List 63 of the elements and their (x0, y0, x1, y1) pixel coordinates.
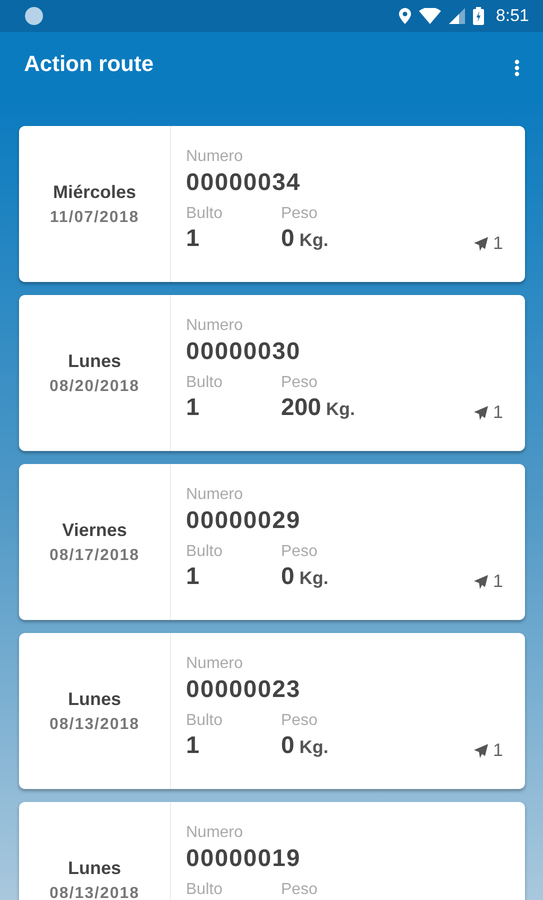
order-number: 00000029 (186, 507, 302, 535)
bulto-value: 1 (186, 732, 200, 760)
notification-icon (25, 7, 43, 25)
order-card[interactable]: Miércoles 11/07/2018 Numero 00000034 Bulto 1 Peso 0 Kg. 1 (19, 126, 525, 282)
bulto-label: Bulto (186, 205, 224, 223)
peso-label: Peso (281, 881, 318, 899)
order-number: 00000023 (186, 676, 302, 704)
more-options-icon[interactable] (514, 59, 520, 77)
peso-label: Peso (281, 205, 318, 223)
bulto-label: Bulto (186, 881, 224, 899)
order-day: Miércoles (52, 182, 136, 202)
order-card[interactable]: Lunes 08/20/2018 Numero 00000030 Bulto 1 Peso 200 Kg. 1 (19, 295, 525, 451)
order-day: Viernes (62, 520, 127, 540)
bulto-label: Bulto (186, 712, 224, 730)
peso-value: 0 (281, 563, 294, 591)
peso-unit: Kg. (299, 568, 328, 589)
order-date: 11/07/2018 (50, 208, 140, 226)
sent-count: 1 (492, 233, 503, 254)
bulto-value: 1 (186, 225, 200, 253)
bulto-value: 1 (186, 394, 200, 422)
order-date: 08/13/2018 (49, 884, 140, 900)
order-date: 08/13/2018 (49, 716, 140, 734)
bulto-label: Bulto (186, 543, 224, 561)
sent-count: 1 (492, 740, 503, 761)
peso-value: 0 (281, 225, 294, 253)
peso-unit: Kg. (326, 399, 356, 420)
signal-icon (448, 8, 465, 24)
order-card[interactable]: Viernes 08/17/2018 Numero 00000029 Bulto 1 Peso 0 Kg. 1 (19, 464, 525, 620)
peso-label: Peso (281, 374, 318, 392)
numero-label: Numero (186, 317, 244, 335)
peso-unit: Kg. (299, 737, 328, 758)
location-icon (398, 8, 411, 24)
order-card[interactable]: Lunes 08/13/2018 Numero 00000019 Bulto Peso (19, 802, 525, 900)
order-day: Lunes (68, 858, 121, 878)
order-number: 00000030 (186, 338, 302, 366)
order-card[interactable]: Lunes 08/13/2018 Numero 00000023 Bulto 1 Peso 0 Kg. 1 (19, 633, 525, 789)
numero-label: Numero (186, 655, 244, 673)
peso-value: 200 (281, 394, 322, 422)
sent-count: 1 (492, 571, 503, 592)
numero-label: Numero (186, 486, 244, 504)
numero-label: Numero (186, 148, 244, 166)
peso-unit: Kg. (299, 230, 328, 251)
paper-plane-icon (474, 744, 488, 758)
peso-label: Peso (281, 543, 318, 561)
order-day: Lunes (68, 688, 121, 710)
order-date: 08/17/2018 (49, 546, 140, 564)
app-title: Action route (24, 51, 154, 77)
numero-label: Numero (186, 824, 244, 842)
order-number: 00000034 (186, 169, 302, 197)
order-day: Lunes (68, 350, 121, 372)
sent-count: 1 (492, 402, 503, 423)
wifi-icon (418, 8, 441, 24)
order-date: 08/20/2018 (49, 378, 140, 396)
paper-plane-icon (474, 406, 488, 420)
paper-plane-icon (474, 574, 488, 588)
bulto-label: Bulto (186, 374, 224, 392)
battery-icon (472, 7, 484, 25)
bulto-value: 1 (186, 563, 200, 591)
paper-plane-icon (474, 236, 488, 250)
status-time: 8:51 (496, 6, 529, 26)
peso-label: Peso (281, 712, 318, 730)
order-number: 00000019 (186, 845, 302, 873)
peso-value: 0 (281, 732, 294, 760)
